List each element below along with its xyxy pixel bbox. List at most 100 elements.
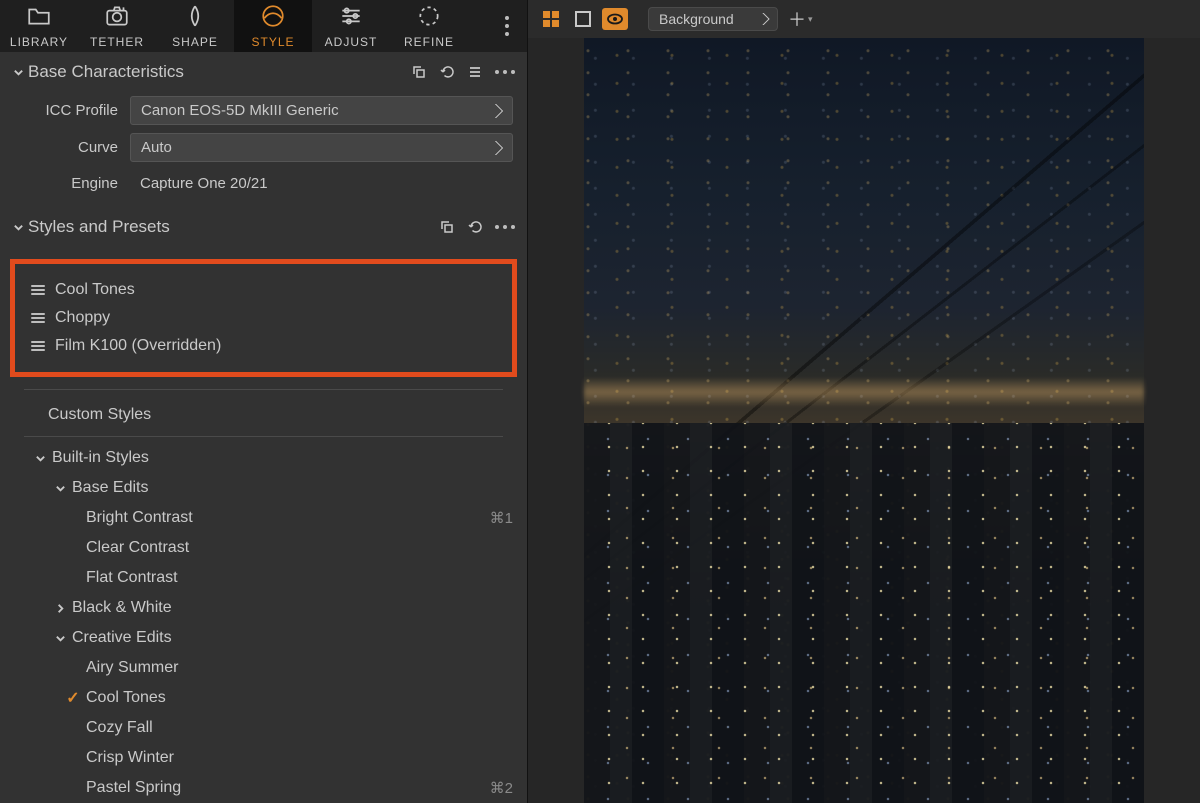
panel-title: Styles and Presets	[28, 217, 170, 237]
image-viewer-pane: Background ＋▾	[528, 0, 1200, 803]
tree-item-bright-contrast[interactable]: Bright Contrast ⌘1	[0, 503, 527, 533]
tool-tab-bar: LIBRARY TETHER SHAPE STYLE ADJUST REFINE	[0, 0, 527, 52]
label-icc: ICC Profile	[0, 102, 130, 119]
panel-more-icon[interactable]	[495, 225, 515, 229]
divider	[24, 389, 503, 390]
tab-label: REFINE	[404, 35, 454, 49]
refine-icon	[416, 3, 442, 29]
sliders-icon	[338, 3, 364, 29]
row-icc-profile: ICC Profile Canon EOS-5D MkIII Generic	[0, 92, 527, 129]
divider	[24, 436, 503, 437]
tree-label: Flat Contrast	[86, 569, 178, 587]
tab-adjust[interactable]: ADJUST	[312, 0, 390, 52]
tab-label: LIBRARY	[10, 35, 68, 49]
dots-vertical-icon	[505, 16, 509, 36]
tree-label: Built-in Styles	[52, 449, 149, 467]
tab-library[interactable]: LIBRARY	[0, 0, 78, 52]
chevron-down-icon	[50, 633, 70, 644]
panel-styles-presets: Styles and Presets Cool Tones Choppy Fil…	[0, 207, 527, 803]
layer-select[interactable]: Background	[648, 7, 778, 31]
preview-image	[584, 38, 1144, 803]
applied-style-item[interactable]: Choppy	[21, 304, 506, 332]
tab-style[interactable]: STYLE	[234, 0, 312, 52]
grid-view-button[interactable]	[538, 8, 564, 30]
styles-tree: Custom Styles Built-in Styles Base Edits…	[0, 396, 527, 803]
toolbar-overflow-button[interactable]	[487, 0, 527, 52]
tab-label: SHAPE	[172, 35, 218, 49]
shape-icon	[182, 3, 208, 29]
tree-group-creative-edits[interactable]: Creative Edits	[0, 623, 527, 653]
applied-styles-box: Cool Tones Choppy Film K100 (Overridden)	[10, 259, 517, 377]
stack-icon	[31, 341, 45, 351]
tree-item-crisp-winter[interactable]: Crisp Winter	[0, 743, 527, 773]
tab-label: TETHER	[90, 35, 144, 49]
copy-icon[interactable]	[439, 219, 455, 235]
tree-label: Cool Tones	[86, 689, 166, 707]
select-value: Auto	[141, 139, 172, 156]
select-value: Canon EOS-5D MkIII Generic	[141, 102, 339, 119]
tree-item-cool-tones[interactable]: ✓ Cool Tones	[0, 683, 527, 713]
reset-icon[interactable]	[467, 219, 483, 235]
copy-icon[interactable]	[411, 64, 427, 80]
tree-item-airy-summer[interactable]: Airy Summer	[0, 653, 527, 683]
applied-style-item[interactable]: Film K100 (Overridden)	[21, 332, 506, 360]
stack-icon	[31, 285, 45, 295]
tree-label: Creative Edits	[72, 629, 172, 647]
list-icon[interactable]	[467, 64, 483, 80]
tree-group-black-white[interactable]: Black & White	[0, 593, 527, 623]
image-canvas-area[interactable]	[528, 38, 1200, 803]
tree-item-custom-styles[interactable]: Custom Styles	[0, 400, 527, 430]
tab-shape[interactable]: SHAPE	[156, 0, 234, 52]
tree-label: Black & White	[72, 599, 172, 617]
applied-style-item[interactable]: Cool Tones	[21, 276, 506, 304]
viewer-toolbar: Background ＋▾	[528, 0, 1200, 38]
tree-group-base-edits[interactable]: Base Edits	[0, 473, 527, 503]
tree-label: Custom Styles	[48, 406, 151, 424]
panel-header-base[interactable]: Base Characteristics	[0, 52, 527, 92]
tab-tether[interactable]: TETHER	[78, 0, 156, 52]
chevron-down-icon	[8, 67, 28, 78]
tab-label: STYLE	[251, 35, 294, 49]
add-layer-button[interactable]: ＋▾	[784, 6, 817, 32]
applied-style-label: Choppy	[55, 309, 110, 327]
tree-label: Bright Contrast	[86, 509, 193, 527]
tree-item-cozy-fall[interactable]: Cozy Fall	[0, 713, 527, 743]
label-engine: Engine	[0, 175, 130, 192]
shortcut: ⌘1	[490, 509, 513, 527]
value-engine: Capture One 20/21	[130, 170, 513, 197]
chevron-down-icon	[30, 453, 50, 464]
reset-icon[interactable]	[439, 64, 455, 80]
chevron-down-icon	[50, 483, 70, 494]
tab-label: ADJUST	[325, 35, 378, 49]
select-icc-profile[interactable]: Canon EOS-5D MkIII Generic	[130, 96, 513, 125]
tree-item-pastel-spring[interactable]: Pastel Spring ⌘2	[0, 773, 527, 803]
tree-label: Clear Contrast	[86, 539, 189, 557]
tree-label: Pastel Spring	[86, 779, 181, 797]
row-engine: Engine Capture One 20/21	[0, 166, 527, 201]
single-view-button[interactable]	[570, 8, 596, 30]
panel-title: Base Characteristics	[28, 62, 184, 82]
tree-label: Cozy Fall	[86, 719, 153, 737]
camera-icon	[104, 3, 130, 29]
panel-more-icon[interactable]	[495, 70, 515, 74]
panel-base-characteristics: Base Characteristics ICC Profile Canon E…	[0, 52, 527, 201]
label-curve: Curve	[0, 139, 130, 156]
folder-icon	[26, 3, 52, 29]
preview-image-detail	[584, 423, 1144, 803]
tab-refine[interactable]: REFINE	[390, 0, 468, 52]
tree-label: Airy Summer	[86, 659, 178, 677]
chevron-right-icon	[50, 603, 70, 614]
tree-group-built-in[interactable]: Built-in Styles	[0, 443, 527, 473]
checkmark-icon: ✓	[64, 688, 82, 708]
panel-header-styles[interactable]: Styles and Presets	[0, 207, 527, 247]
chevron-down-icon	[8, 222, 28, 233]
applied-style-label: Cool Tones	[55, 281, 135, 299]
applied-style-label: Film K100 (Overridden)	[55, 337, 221, 355]
select-curve[interactable]: Auto	[130, 133, 513, 162]
caret-down-icon: ▾	[808, 14, 813, 25]
tree-item-flat-contrast[interactable]: Flat Contrast	[0, 563, 527, 593]
shortcut: ⌘2	[490, 779, 513, 797]
tree-item-clear-contrast[interactable]: Clear Contrast	[0, 533, 527, 563]
select-value: Background	[659, 11, 734, 27]
visibility-button[interactable]	[602, 8, 628, 30]
